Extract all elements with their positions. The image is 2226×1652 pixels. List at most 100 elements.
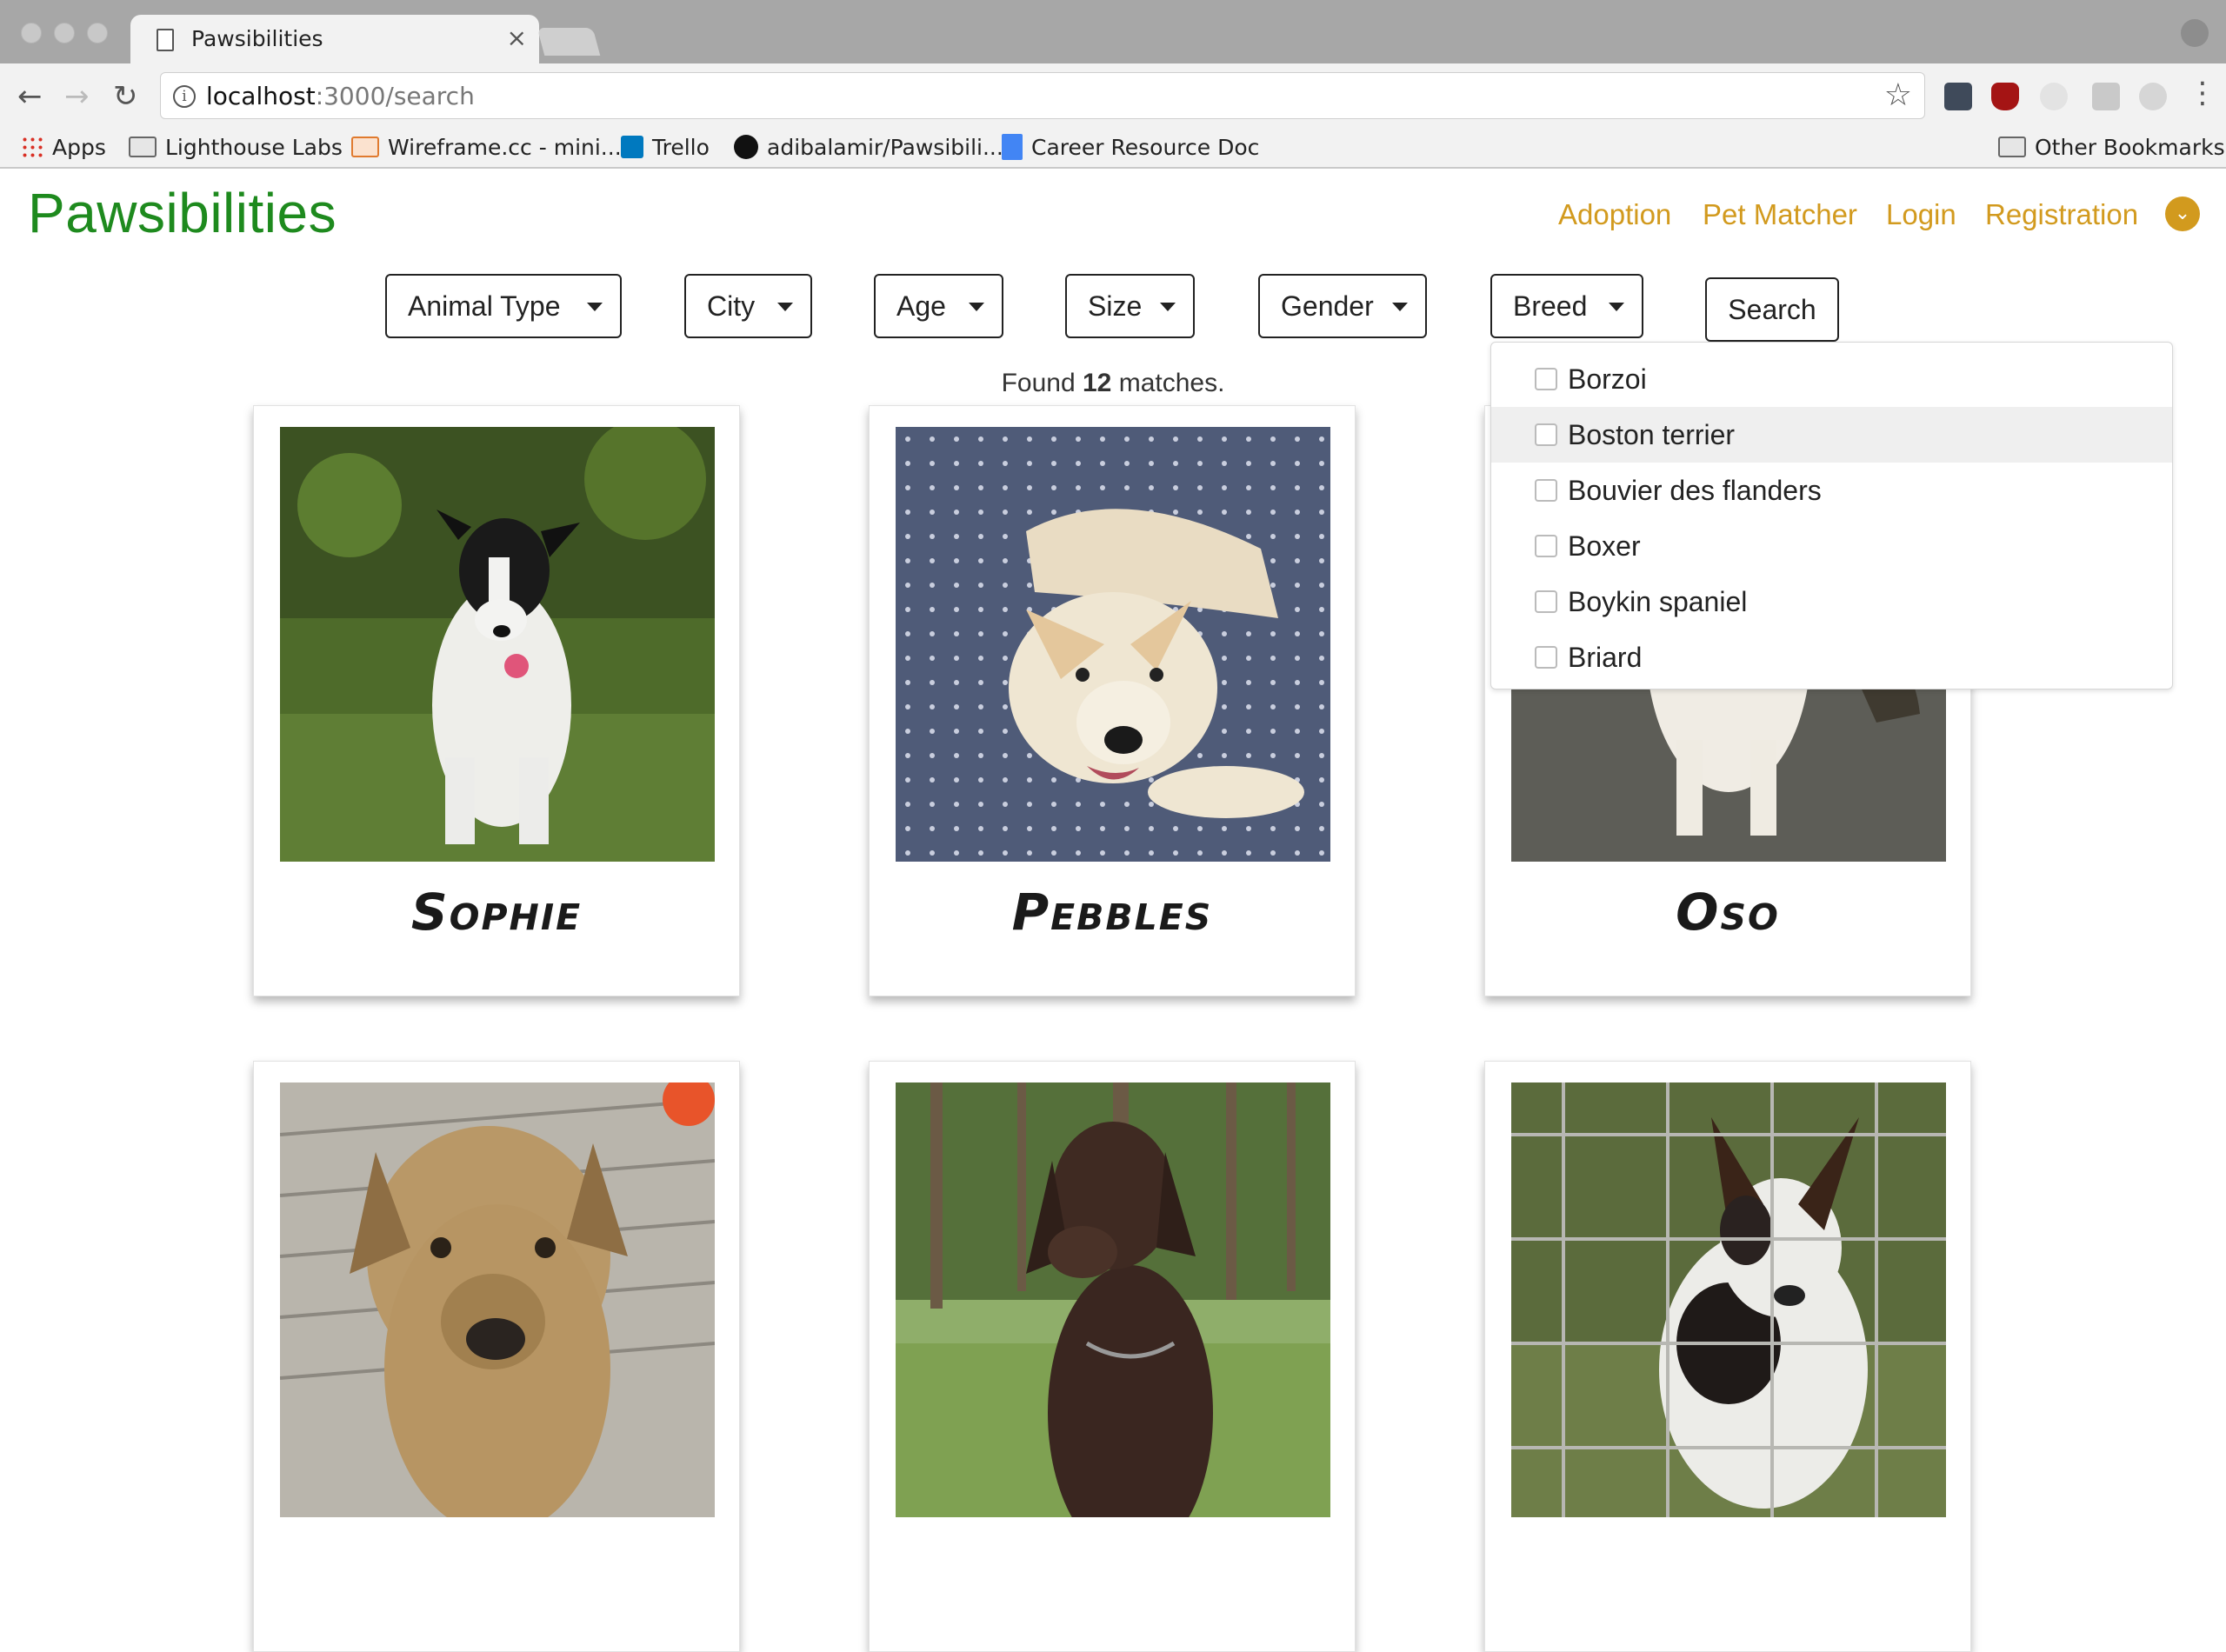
checkbox[interactable]: [1535, 423, 1557, 446]
caret-down-icon: [1160, 303, 1176, 311]
chevron-down-icon[interactable]: ⌄: [2165, 197, 2200, 231]
nav-adoption[interactable]: Adoption: [1558, 198, 1671, 231]
forward-icon[interactable]: →: [64, 79, 90, 114]
trello-icon: [621, 136, 643, 158]
breed-option-boykin-spaniel[interactable]: Boykin spaniel: [1491, 574, 2172, 629]
window-zoom-dot[interactable]: [87, 23, 108, 43]
pet-photo[interactable]: [280, 1082, 715, 1517]
pet-card[interactable]: [869, 1061, 1356, 1652]
nav-pet-matcher[interactable]: Pet Matcher: [1703, 198, 1857, 231]
results-prefix: Found: [1001, 369, 1076, 397]
react-devtools-icon[interactable]: [2139, 83, 2167, 110]
age-dropdown[interactable]: Age: [874, 274, 1003, 338]
bookmark-apps[interactable]: Apps: [21, 131, 106, 163]
url-text: localhost:3000/search: [206, 82, 475, 110]
gender-dropdown[interactable]: Gender: [1258, 274, 1427, 338]
checkbox[interactable]: [1535, 646, 1557, 669]
window-close-dot[interactable]: [21, 23, 42, 43]
tab-close-icon[interactable]: ×: [507, 23, 527, 52]
breed-label: Boykin spaniel: [1568, 585, 1748, 617]
extension-pen-icon[interactable]: [2092, 83, 2120, 110]
browser-chrome: Pawsibilities × ← → ↻ i localhost:3000/s…: [0, 0, 2226, 169]
pet-name: Sophie: [410, 883, 583, 942]
animal-type-dropdown[interactable]: Animal Type: [385, 274, 622, 338]
caret-down-icon: [969, 303, 984, 311]
dropdown-label: City: [707, 290, 756, 322]
extension-dots-icon[interactable]: [1944, 83, 1972, 110]
pet-photo[interactable]: [896, 427, 1330, 862]
nav-registration[interactable]: Registration: [1985, 198, 2138, 231]
reload-icon[interactable]: ↻: [113, 79, 138, 114]
browser-menu-icon[interactable]: ⋮: [2188, 76, 2217, 110]
bookmark-label: Wireframe.cc - mini...: [388, 134, 622, 160]
url-host: localhost: [206, 82, 316, 110]
pet-card[interactable]: Sophie: [253, 405, 740, 996]
wireframe-icon: [351, 137, 379, 157]
caret-down-icon: [1392, 303, 1408, 311]
address-bar[interactable]: i localhost:3000/search ☆: [160, 72, 1925, 119]
caret-down-icon: [587, 303, 603, 311]
pet-name: Pebbles: [1011, 883, 1213, 942]
breed-label: Briard: [1568, 641, 1643, 673]
tab-strip: Pawsibilities ×: [0, 0, 2226, 65]
city-dropdown[interactable]: City: [684, 274, 812, 338]
pet-name: Oso: [1676, 883, 1780, 942]
extension-swirl-icon[interactable]: [2040, 83, 2068, 110]
pet-photo[interactable]: [896, 1082, 1330, 1517]
checkbox[interactable]: [1535, 479, 1557, 502]
bookmark-wireframe[interactable]: Wireframe.cc - mini...: [351, 131, 622, 163]
pet-photo[interactable]: [280, 427, 715, 862]
tab-pawsibilities[interactable]: Pawsibilities ×: [130, 15, 539, 65]
dropdown-label: Age: [896, 290, 946, 322]
checkbox[interactable]: [1535, 368, 1557, 390]
url-path: :3000/search: [315, 82, 475, 110]
dropdown-label: Gender: [1281, 290, 1374, 322]
profile-icon[interactable]: [2181, 19, 2209, 47]
bookmark-label: adibalamir/Pawsibili...: [767, 134, 1003, 160]
checkbox[interactable]: [1535, 590, 1557, 613]
breed-option-bouvier-des-flanders[interactable]: Bouvier des flanders: [1491, 463, 2172, 518]
breed-dropdown-menu: Borzoi Boston terrier Bouvier des flande…: [1490, 342, 2173, 689]
apps-grid-icon: [21, 136, 43, 158]
bookmark-star-icon[interactable]: ☆: [1884, 77, 1912, 113]
bookmark-other-bookmarks[interactable]: Other Bookmarks: [1998, 131, 2225, 163]
window-minimize-dot[interactable]: [54, 23, 75, 43]
caret-down-icon: [777, 303, 793, 311]
nav-login[interactable]: Login: [1886, 198, 1956, 231]
search-button[interactable]: Search: [1705, 277, 1839, 342]
bookmark-label: Trello: [652, 134, 710, 160]
checkbox[interactable]: [1535, 535, 1557, 557]
bookmark-github[interactable]: adibalamir/Pawsibili...: [734, 131, 1003, 163]
new-tab-button[interactable]: [537, 28, 601, 56]
breed-dropdown[interactable]: Breed: [1490, 274, 1643, 338]
bookmark-lighthouse-labs[interactable]: Lighthouse Labs: [129, 131, 343, 163]
bookmark-label: Apps: [52, 134, 106, 160]
breed-option-briard[interactable]: Briard: [1491, 629, 2172, 685]
bookmark-label: Lighthouse Labs: [165, 134, 343, 160]
breed-label: Bouvier des flanders: [1568, 474, 1822, 506]
results-number: 12: [1082, 369, 1112, 397]
back-icon[interactable]: ←: [17, 79, 43, 114]
page-icon: [157, 29, 174, 51]
dropdown-label: Breed: [1513, 290, 1588, 322]
brand-logo[interactable]: Pawsibilities: [28, 181, 337, 245]
ublock-icon[interactable]: [1991, 83, 2019, 110]
pet-card[interactable]: [253, 1061, 740, 1652]
bookmark-trello[interactable]: Trello: [621, 131, 710, 163]
breed-label: Boxer: [1568, 530, 1641, 562]
dropdown-label: Size: [1088, 290, 1143, 322]
breed-option-boston-terrier[interactable]: Boston terrier: [1491, 407, 2172, 463]
breed-option-boxer[interactable]: Boxer: [1491, 518, 2172, 574]
pet-card[interactable]: [1484, 1061, 1971, 1652]
bookmark-career-doc[interactable]: Career Resource Doc: [1002, 131, 1259, 163]
tab-title: Pawsibilities: [191, 26, 323, 51]
pet-photo[interactable]: [1511, 1082, 1946, 1517]
pet-card[interactable]: Pebbles: [869, 405, 1356, 996]
size-dropdown[interactable]: Size: [1065, 274, 1195, 338]
info-icon[interactable]: i: [173, 85, 196, 108]
dropdown-label: Animal Type: [408, 290, 561, 322]
bookmark-label: Other Bookmarks: [2035, 134, 2225, 160]
breed-label: Borzoi: [1568, 363, 1647, 395]
breed-option-borzoi[interactable]: Borzoi: [1491, 351, 2172, 407]
bookmark-label: Career Resource Doc: [1031, 134, 1260, 160]
